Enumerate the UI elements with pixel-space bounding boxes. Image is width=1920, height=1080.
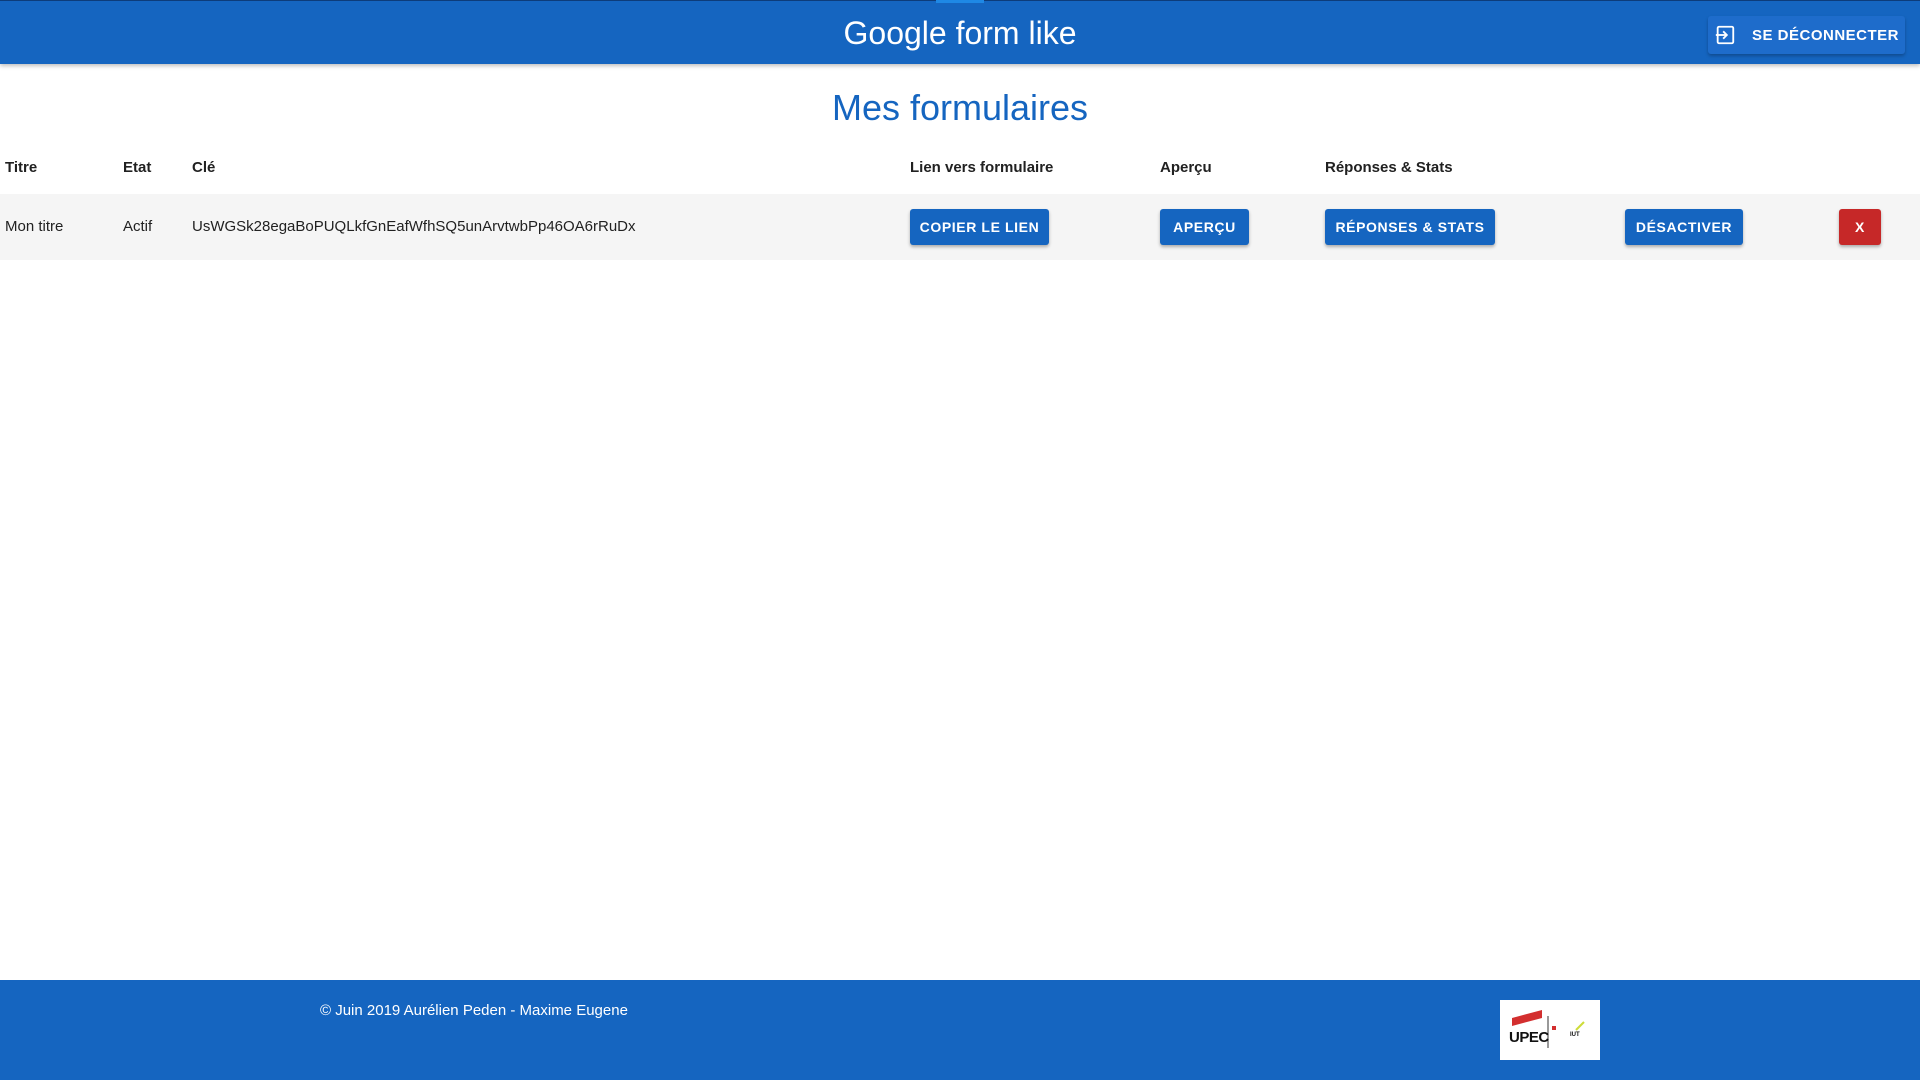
preview-button[interactable]: APERÇU: [1160, 209, 1249, 245]
cell-titre: Mon titre: [5, 218, 64, 235]
column-header-lien: Lien vers formulaire: [910, 159, 1054, 176]
page-title: Mes formulaires: [831, 87, 1089, 128]
column-header-apercu: Aperçu: [1160, 159, 1212, 176]
deactivate-button[interactable]: DÉSACTIVER: [1625, 209, 1743, 245]
upec-logo: UPEC IUT: [1500, 1000, 1600, 1060]
top-indicator: [936, 0, 984, 3]
footer-copyright: © Juin 2019 Aurélien Peden - Maxime Euge…: [320, 1002, 628, 1019]
column-header-titre: Titre: [5, 159, 38, 176]
copy-link-button[interactable]: COPIER LE LIEN: [910, 209, 1049, 245]
app-title: Google form like: [843, 15, 1077, 51]
responses-stats-button[interactable]: RÉPONSES & STATS: [1325, 209, 1495, 245]
table-header: Titre Etat Clé Lien vers formulaire Aper…: [0, 152, 1920, 184]
footer: © Juin 2019 Aurélien Peden - Maxime Euge…: [0, 980, 1920, 1080]
logout-icon: [1714, 24, 1736, 46]
table-row: Mon titre Actif UsWGSk28egaBoPUQLkfGnEaf…: [0, 194, 1920, 260]
column-header-etat: Etat: [123, 159, 152, 176]
column-header-reponses: Réponses & Stats: [1325, 159, 1453, 176]
app-bar: Google form like SE DÉCONNECTER: [0, 0, 1920, 64]
logout-label: SE DÉCONNECTER: [1751, 26, 1900, 44]
cell-etat: Actif: [123, 218, 153, 235]
column-header-cle: Clé: [192, 159, 216, 176]
page: Google form like SE DÉCONNECTER Mes form…: [0, 0, 1920, 1080]
cell-cle: UsWGSk28egaBoPUQLkfGnEafWfhSQ5unArvtwbPp…: [192, 218, 636, 235]
delete-button[interactable]: X: [1839, 209, 1881, 245]
iut-logo-text: IUT: [1570, 1032, 1580, 1038]
logout-button[interactable]: SE DÉCONNECTER: [1708, 16, 1905, 54]
upec-logo-text: UPEC: [1509, 1029, 1549, 1046]
